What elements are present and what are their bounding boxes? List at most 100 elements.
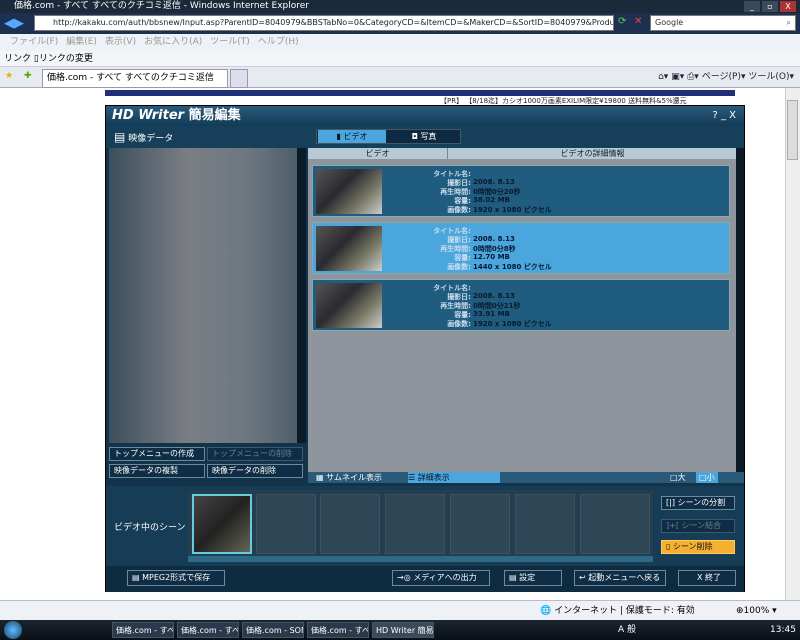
field-size: 38.02 MB [473, 196, 510, 204]
scene-thumbnail[interactable] [192, 494, 252, 554]
field-date: 2008. 8.13 [473, 178, 515, 186]
btn-label: トップメニューの削除 [212, 449, 292, 458]
search-input[interactable]: Google ⌕ [650, 15, 796, 31]
app-window-controls[interactable]: ? _ X [712, 106, 736, 126]
link-item[interactable]: リンクの変更 [39, 54, 93, 64]
taskbar-item[interactable]: 価格.com - SONY... [242, 622, 304, 638]
video-list: ビデオ ビデオの詳細情報 タイトル名: 撮影日: 2008. 8.13 再生時間: 0時… [308, 148, 744, 472]
menu-favorites[interactable]: お気に入り(A) [144, 37, 202, 47]
app-subtitle: 簡易編集 [188, 108, 241, 123]
new-tab-button[interactable] [230, 69, 248, 88]
taskbar-item[interactable]: 価格.com - すべて... [307, 622, 369, 638]
scene-scrollbar[interactable] [188, 556, 653, 562]
film-icon: ▤ [114, 130, 126, 144]
field-label: 画像数: [447, 320, 471, 328]
field-label: 画像数: [447, 263, 471, 271]
bottom-bar: ▤ MPEG2形式で保存 →◎ メディアへの出力 ▤ 設定 ↩ 起動メニューへ戻… [106, 566, 744, 592]
scene-slot-empty [385, 494, 445, 554]
taskbar-item[interactable]: 価格.com - すべて... [112, 622, 174, 638]
btn-label: シーン削除 [672, 542, 713, 551]
copy-video-button[interactable]: 映像データの複製 [109, 464, 205, 478]
add-favorites-icon[interactable]: ✚ [24, 71, 32, 81]
btn-label: メディアへの出力 [413, 573, 477, 582]
split-scene-button[interactable]: [|] シーンの分割 [661, 496, 735, 510]
scrollbar-thumb[interactable] [787, 100, 798, 160]
print-icon[interactable]: ⎙▾ [687, 72, 699, 82]
app-title: HD Writer [112, 108, 185, 123]
tab-video-label: ビデオ [343, 132, 368, 141]
save-mpeg2-button[interactable]: ▤ MPEG2形式で保存 [127, 570, 225, 586]
sub-header: ▤ 映像データ ▮ ビデオ ◘ 写真 [106, 126, 744, 148]
ime-indicator[interactable]: A 般 [618, 620, 636, 640]
minimize-button[interactable]: _ [744, 1, 760, 12]
back-forward-buttons[interactable]: ◀▶ [4, 16, 32, 31]
video-row[interactable]: タイトル名: 撮影日: 2008. 8.13 再生時間: 0時間0分21秒 容量: 33.9… [312, 279, 730, 331]
page-scrollbar[interactable] [785, 88, 800, 600]
zone-status: 🌐 インターネット | 保護モード: 有効 [540, 606, 695, 616]
field-resolution: 1920 x 1080 ピクセル [473, 206, 552, 214]
tab-video[interactable]: ▮ ビデオ [318, 130, 386, 143]
browser-tab[interactable]: 価格.com - すべて すべてのクチコミ返信 [42, 69, 228, 88]
address-bar[interactable]: http://kakaku.com/auth/bbsnew/Input.asp?… [34, 15, 614, 31]
hd-writer-window: HD Writer 簡易編集 ? _ X ▤ 映像データ ▮ ビデオ ◘ 写真 ト… [105, 105, 745, 592]
refresh-icon[interactable]: ⟳ [618, 16, 626, 27]
back-to-start-menu-button[interactable]: ↩ 起動メニューへ戻る [574, 570, 666, 586]
close-button[interactable]: X [780, 1, 796, 12]
feeds-icon[interactable]: ▣▾ [671, 72, 684, 82]
size-small-button[interactable]: □小 [696, 472, 718, 483]
field-date: 2008. 8.13 [473, 292, 515, 300]
page-menu[interactable]: ページ(P) [702, 72, 741, 82]
maximize-button[interactable]: ▫ [762, 1, 778, 12]
menu-file[interactable]: ファイル(F) [10, 37, 58, 47]
tab-photo[interactable]: ◘ 写真 [389, 130, 459, 143]
col-detail[interactable]: ビデオの詳細情報 [449, 148, 736, 159]
menu-edit[interactable]: 編集(E) [66, 37, 97, 47]
delete-scene-button[interactable]: ▯ シーン削除 [661, 540, 735, 554]
tab-row: ★ ✚ 価格.com - すべて すべてのクチコミ返信 ⌂▾ ▣▾ ⎙▾ ページ… [0, 67, 800, 88]
field-resolution: 1440 x 1080 ピクセル [473, 263, 552, 271]
zoom-level[interactable]: ⊕100% ▾ [736, 601, 777, 621]
search-icon[interactable]: ⌕ [787, 16, 791, 30]
taskbar-item[interactable]: HD Writer 簡易編集 [372, 622, 434, 638]
zoom-text: 100% [743, 606, 770, 616]
thumbnail-view-label: サムネイル表示 [326, 473, 382, 482]
size-large-button[interactable]: □大 [670, 472, 686, 483]
address-row: ◀▶ http://kakaku.com/auth/bbsnew/Input.a… [0, 13, 800, 34]
app-title-bar: HD Writer 簡易編集 ? _ X [106, 106, 744, 126]
menu-view[interactable]: 表示(V) [105, 37, 136, 47]
delete-video-button[interactable]: 映像データの削除 [207, 464, 303, 478]
window-controls: _ ▫ X [742, 1, 796, 12]
media-output-button[interactable]: →◎ メディアへの出力 [392, 570, 490, 586]
btn-label: 設定 [519, 573, 536, 582]
settings-button[interactable]: ▤ 設定 [504, 570, 562, 586]
menu-help[interactable]: ヘルプ(H) [258, 37, 299, 47]
col-video[interactable]: ビデオ [308, 148, 448, 159]
scene-strip [188, 490, 653, 562]
thumbnail-view-button[interactable]: ▦ サムネイル表示 [316, 472, 408, 483]
field-size: 12.70 MB [473, 253, 510, 261]
stop-icon[interactable]: ✕ [634, 16, 642, 27]
video-row[interactable]: タイトル名: 撮影日: 2008. 8.13 再生時間: 0時間0分20秒 容量: 38.0… [312, 165, 730, 217]
scenes-label: ビデオ中のシーン [114, 523, 186, 533]
media-tabs: ▮ ビデオ ◘ 写真 [316, 129, 461, 144]
browser-title-bar: 価格.com - すべて すべてのクチコミ返信 - Windows Intern… [0, 0, 800, 13]
delete-top-menu-button[interactable]: トップメニューの削除 [207, 447, 303, 461]
start-button[interactable] [4, 621, 22, 639]
home-icon[interactable]: ⌂▾ [658, 72, 668, 82]
btn-label: 起動メニューへ戻る [588, 573, 661, 582]
video-row[interactable]: タイトル名: 撮影日: 2008. 8.13 再生時間: 0時間0分8秒 容量: 12.70… [312, 222, 730, 274]
favorites-star-icon[interactable]: ★ [5, 71, 13, 81]
menu-tools[interactable]: ツール(T) [210, 37, 250, 47]
tools-menu[interactable]: ツール(O) [748, 72, 789, 82]
scene-slot-empty [256, 494, 316, 554]
list-scrollbar[interactable] [736, 148, 744, 472]
create-top-menu-button[interactable]: トップメニューの作成 [109, 447, 205, 461]
exit-button[interactable]: X 終了 [678, 570, 736, 586]
detail-view-button[interactable]: ☰ 詳細表示 [408, 472, 500, 483]
field-size: 33.91 MB [473, 310, 510, 318]
join-scene-button[interactable]: ]+[ シーン結合 [661, 519, 735, 533]
left-scrollbar[interactable] [297, 148, 306, 443]
taskbar-item[interactable]: 価格.com - すべて... [177, 622, 239, 638]
size-large-label: 大 [677, 473, 686, 482]
video-thumbnail [316, 169, 382, 214]
